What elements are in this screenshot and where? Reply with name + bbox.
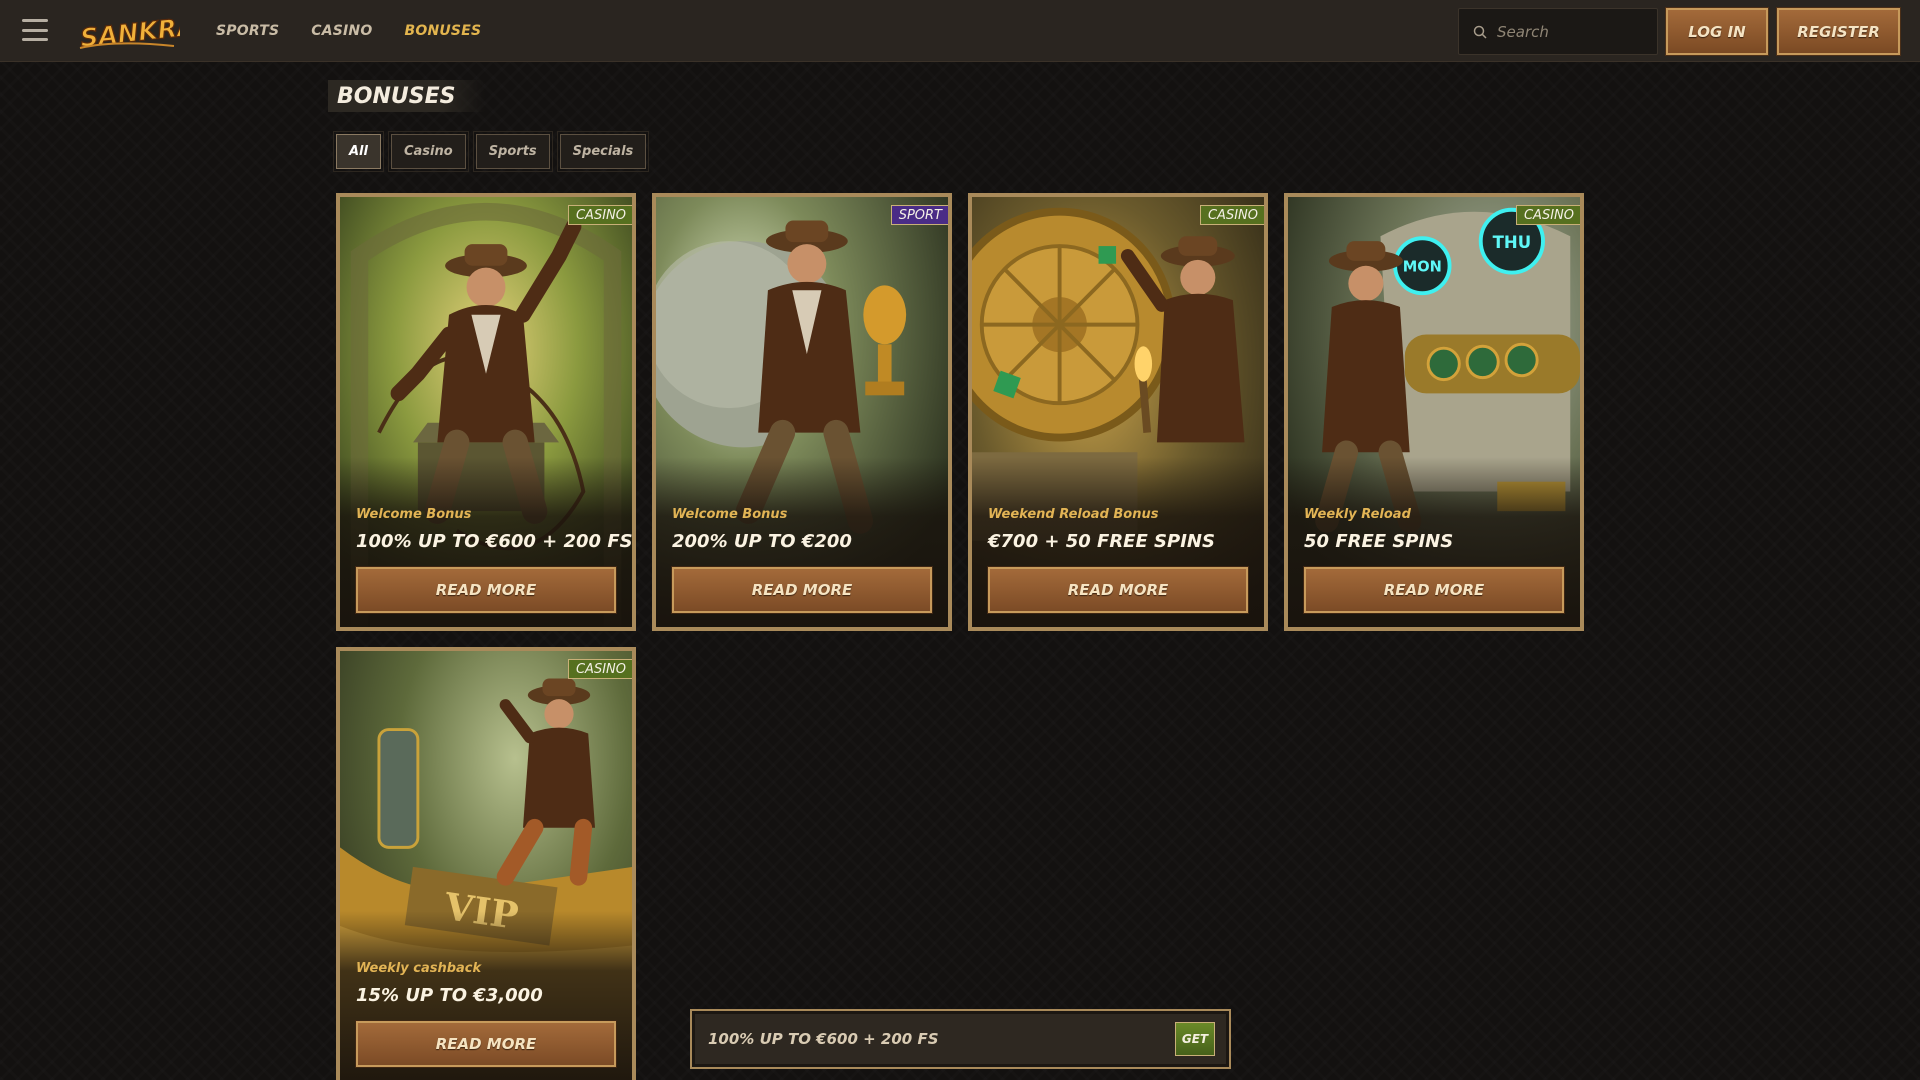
- get-bonus-button[interactable]: GET: [1175, 1022, 1215, 1056]
- bonus-offer: €700 + 50 FREE SPINS: [988, 531, 1215, 552]
- menu-icon[interactable]: [22, 19, 48, 41]
- bonus-card[interactable]: CASINO Weekend Reload Bonus €700 + 50 FR…: [968, 193, 1268, 631]
- bonus-subtitle: Weekly Reload: [1304, 507, 1411, 522]
- sankra-logo[interactable]: SANKRA: [76, 10, 180, 54]
- promo-bar: 100% UP TO €600 + 200 FS GET: [690, 1009, 1231, 1069]
- read-more-button[interactable]: READ MORE: [355, 1020, 617, 1068]
- svg-text:MON: MON: [1403, 259, 1442, 276]
- nav-casino[interactable]: CASINO: [311, 23, 372, 39]
- nav-sports[interactable]: SPORTS: [216, 23, 279, 39]
- nav-bonuses[interactable]: BONUSES: [404, 23, 481, 39]
- search-icon: [1473, 25, 1487, 39]
- bonus-card[interactable]: VIP CASINO Weekly cashback 15% UP TO €3,…: [336, 647, 636, 1080]
- bonus-filters: All Casino Sports Specials: [333, 131, 650, 172]
- main-nav: SPORTS CASINO BONUSES: [216, 0, 481, 62]
- register-button[interactable]: REGISTER: [1776, 7, 1901, 56]
- top-bar: SANKRA SPORTS CASINO BONUSES LOG IN REGI…: [0, 0, 1920, 62]
- bonus-offer: 200% UP TO €200: [672, 531, 852, 552]
- filter-casino[interactable]: Casino: [387, 131, 469, 172]
- bonus-subtitle: Weekend Reload Bonus: [988, 507, 1159, 522]
- bonus-offer: 15% UP TO €3,000: [356, 985, 543, 1006]
- filter-specials[interactable]: Specials: [556, 131, 650, 172]
- bonus-subtitle: Welcome Bonus: [356, 507, 472, 522]
- login-button[interactable]: LOG IN: [1665, 7, 1769, 56]
- category-badge: CASINO: [1199, 205, 1264, 225]
- bonus-subtitle: Welcome Bonus: [672, 507, 788, 522]
- read-more-button[interactable]: READ MORE: [355, 566, 617, 614]
- promo-text: 100% UP TO €600 + 200 FS: [708, 1030, 939, 1048]
- svg-text:SANKRA: SANKRA: [79, 12, 180, 53]
- page-title: BONUSES: [328, 80, 486, 112]
- category-badge: SPORT: [890, 205, 948, 225]
- filter-sports[interactable]: Sports: [472, 131, 553, 172]
- read-more-button[interactable]: READ MORE: [671, 566, 933, 614]
- filter-all[interactable]: All: [333, 131, 384, 172]
- bonus-offer: 100% UP TO €600 + 200 FS: [356, 531, 633, 552]
- bonus-card[interactable]: MON THU CASINO Weekly Reload 50 FREE SPI…: [1284, 193, 1584, 631]
- bonus-offer: 50 FREE SPINS: [1304, 531, 1454, 552]
- read-more-button[interactable]: READ MORE: [1303, 566, 1565, 614]
- search-input[interactable]: [1497, 22, 1647, 41]
- svg-text:THU: THU: [1493, 233, 1532, 252]
- bonus-card[interactable]: CASINO Welcome Bonus 100% UP TO €600 + 2…: [336, 193, 636, 631]
- category-badge: CASINO: [1515, 205, 1580, 225]
- bonus-subtitle: Weekly cashback: [356, 961, 482, 976]
- category-badge: CASINO: [567, 205, 632, 225]
- category-badge: CASINO: [567, 659, 632, 679]
- read-more-button[interactable]: READ MORE: [987, 566, 1249, 614]
- search-box[interactable]: [1458, 8, 1658, 55]
- bonus-card[interactable]: SPORT Welcome Bonus 200% UP TO €200 READ…: [652, 193, 952, 631]
